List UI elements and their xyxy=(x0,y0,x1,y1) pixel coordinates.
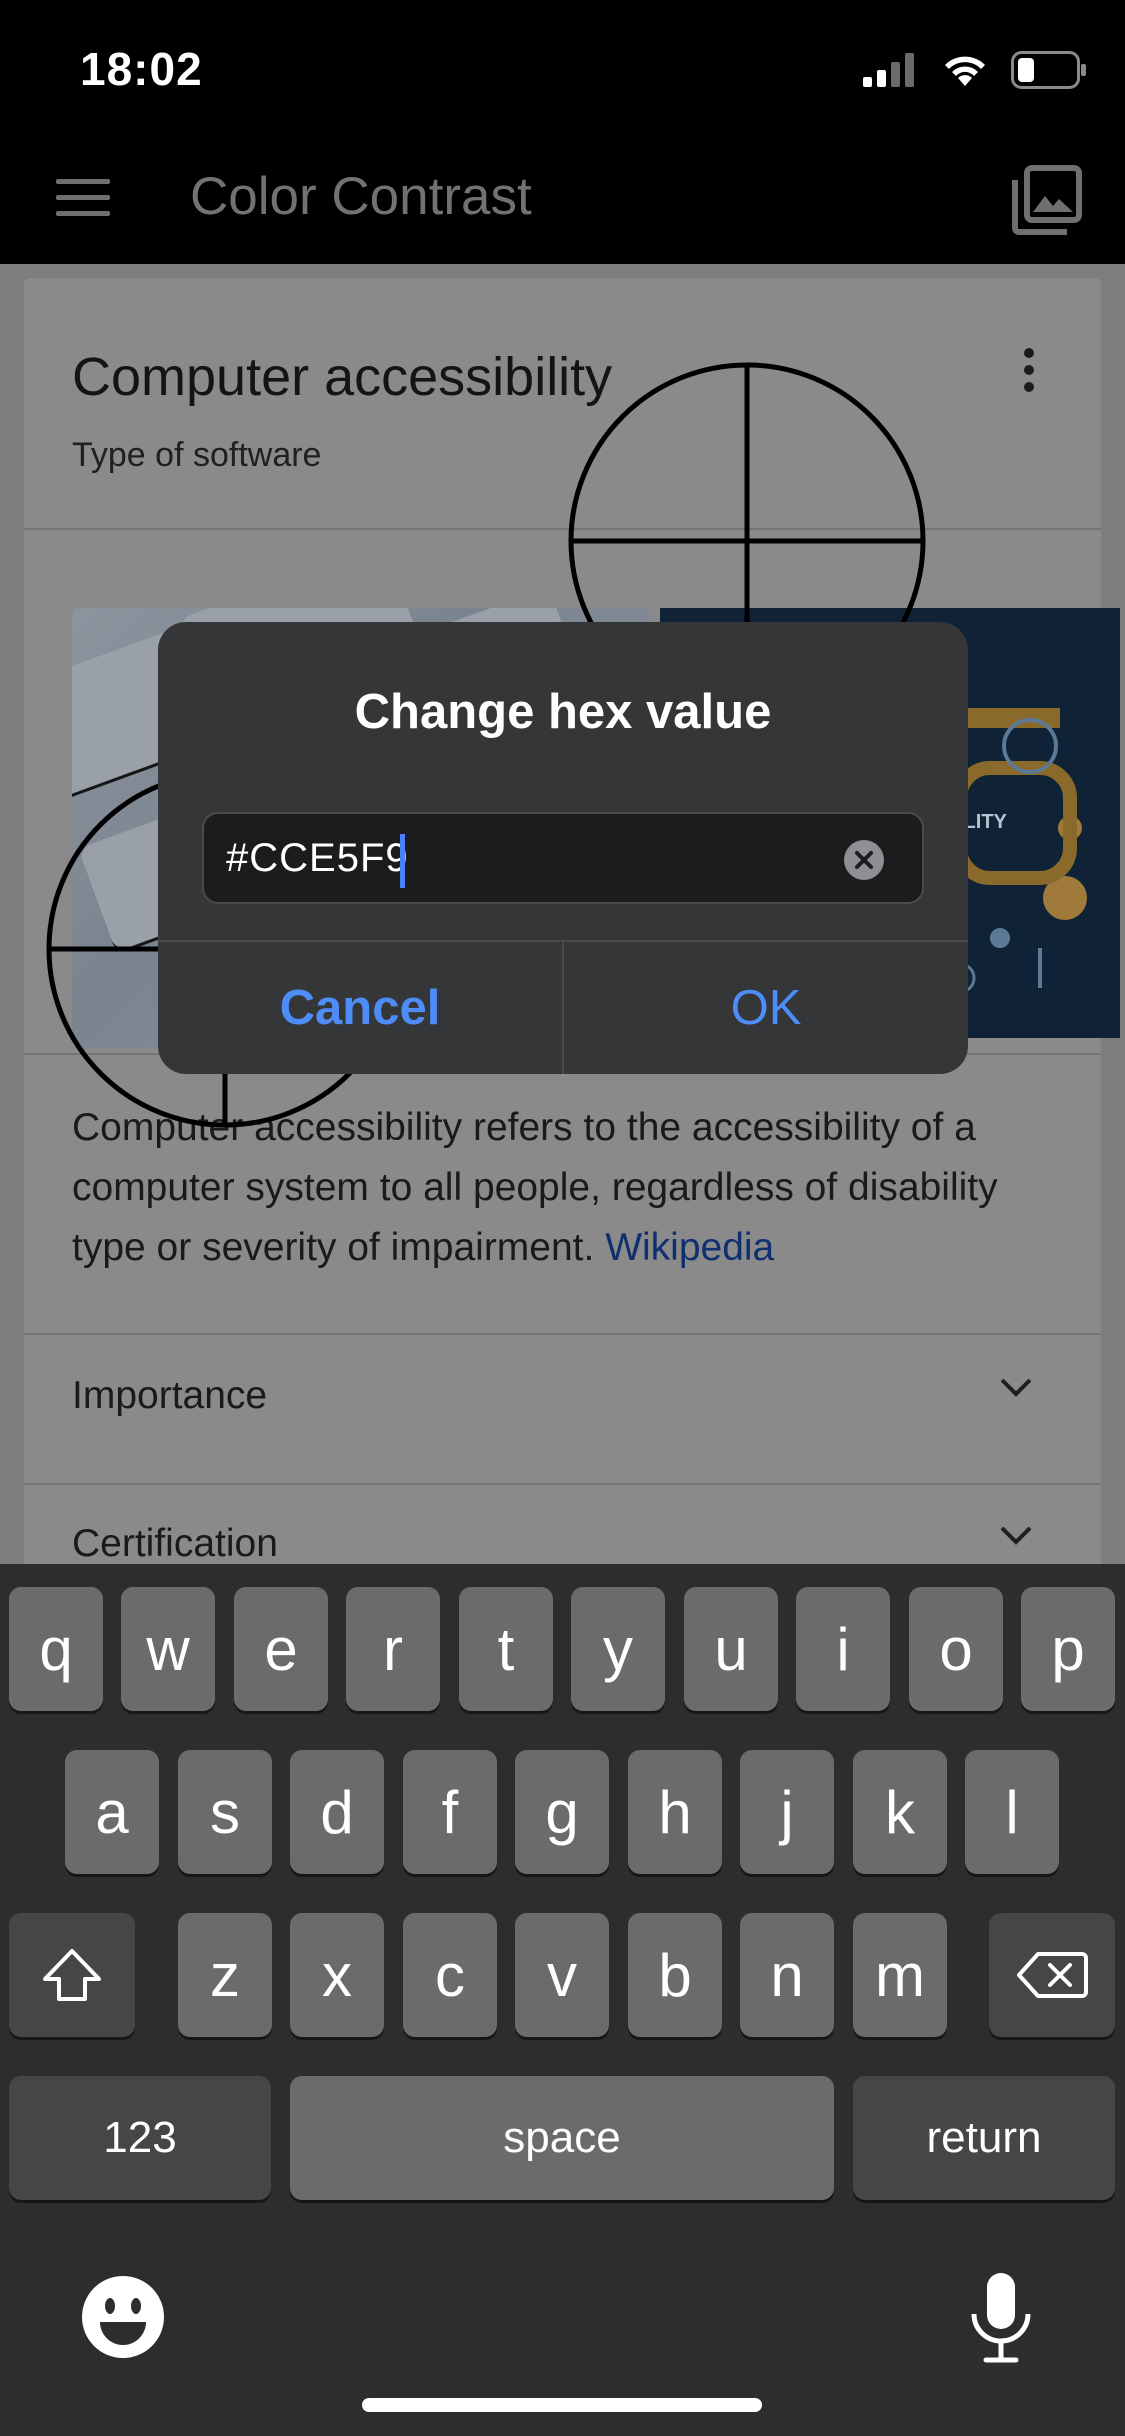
home-indicator[interactable] xyxy=(362,2398,762,2412)
card-title: Computer accessibility xyxy=(72,347,613,407)
key-s[interactable]: s xyxy=(178,1750,272,1874)
wifi-icon xyxy=(945,56,985,86)
wikipedia-link[interactable]: Wikipedia xyxy=(605,1226,774,1269)
key-c[interactable]: c xyxy=(403,1913,497,2037)
key-j[interactable]: j xyxy=(740,1750,834,1874)
cancel-button[interactable]: Cancel xyxy=(158,942,562,1074)
key-y[interactable]: y xyxy=(571,1587,665,1711)
return-key[interactable]: return xyxy=(853,2076,1115,2200)
keyboard: q w e r t y u i o p a s d f g h j k l z … xyxy=(0,1564,1125,2436)
text-caret xyxy=(400,834,405,888)
key-o[interactable]: o xyxy=(909,1587,1003,1711)
hex-input[interactable]: #CCE5F9 xyxy=(202,812,924,904)
key-l[interactable]: l xyxy=(965,1750,1059,1874)
delete-key[interactable] xyxy=(989,1913,1115,2037)
app-title: Color Contrast xyxy=(190,167,532,226)
clear-text-button[interactable] xyxy=(844,840,884,880)
space-key[interactable]: space xyxy=(290,2076,834,2200)
key-w[interactable]: w xyxy=(121,1587,215,1711)
ok-button[interactable]: OK xyxy=(564,942,968,1074)
dialog-title: Change hex value xyxy=(354,685,772,739)
chevron-down-icon[interactable] xyxy=(996,1368,1036,1408)
divider xyxy=(24,1483,1101,1485)
key-i[interactable]: i xyxy=(796,1587,890,1711)
close-icon xyxy=(855,851,873,869)
key-h[interactable]: h xyxy=(628,1750,722,1874)
status-bar: 18:02 xyxy=(0,0,1125,132)
key-v[interactable]: v xyxy=(515,1913,609,2037)
divider xyxy=(24,1333,1101,1335)
key-b[interactable]: b xyxy=(628,1913,722,2037)
change-hex-dialog: Change hex value #CCE5F9 Cancel OK xyxy=(158,622,968,1074)
status-icons xyxy=(863,48,1087,92)
key-d[interactable]: d xyxy=(290,1750,384,1874)
key-f[interactable]: f xyxy=(403,1750,497,1874)
status-time: 18:02 xyxy=(80,43,203,95)
row-certification-label[interactable]: Certification xyxy=(72,1522,278,1564)
key-z[interactable]: z xyxy=(178,1913,272,2037)
emoji-icon[interactable] xyxy=(80,2274,166,2360)
menu-button[interactable] xyxy=(48,168,120,228)
cellular-signal-icon xyxy=(863,53,914,87)
shift-icon xyxy=(43,1949,101,2001)
microphone-icon[interactable] xyxy=(966,2270,1036,2366)
gallery-button[interactable] xyxy=(1011,164,1083,236)
key-e[interactable]: e xyxy=(234,1587,328,1711)
backspace-icon xyxy=(1017,1952,1088,1998)
hex-input-value[interactable]: #CCE5F9 xyxy=(226,836,409,881)
key-n[interactable]: n xyxy=(740,1913,834,2037)
key-m[interactable]: m xyxy=(853,1913,947,2037)
key-p[interactable]: p xyxy=(1021,1587,1115,1711)
card-subtitle: Type of software xyxy=(72,436,322,474)
row-importance-label[interactable]: Importance xyxy=(72,1374,267,1418)
key-r[interactable]: r xyxy=(346,1587,440,1711)
chevron-down-icon[interactable] xyxy=(996,1516,1036,1556)
key-u[interactable]: u xyxy=(684,1587,778,1711)
numbers-key[interactable]: 123 xyxy=(9,2076,271,2200)
key-q[interactable]: q xyxy=(9,1587,103,1711)
key-k[interactable]: k xyxy=(853,1750,947,1874)
key-x[interactable]: x xyxy=(290,1913,384,2037)
app-bar: Color Contrast xyxy=(0,132,1125,264)
key-a[interactable]: a xyxy=(65,1750,159,1874)
photo-library-icon xyxy=(1012,165,1082,235)
more-options-icon[interactable] xyxy=(1014,348,1044,418)
key-g[interactable]: g xyxy=(515,1750,609,1874)
shift-key[interactable] xyxy=(9,1913,135,2037)
divider xyxy=(24,528,1101,530)
menu-icon xyxy=(56,179,110,184)
card-description: Computer accessibility refers to the acc… xyxy=(72,1098,1062,1278)
key-t[interactable]: t xyxy=(459,1587,553,1711)
description-text: Computer accessibility refers to the acc… xyxy=(72,1106,998,1269)
battery-icon xyxy=(1011,51,1086,89)
